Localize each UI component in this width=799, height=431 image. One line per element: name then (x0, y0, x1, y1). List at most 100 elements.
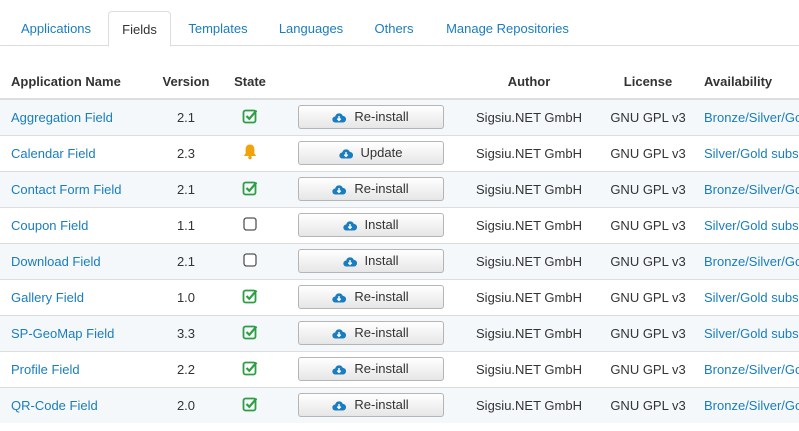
tab-applications[interactable]: Applications (8, 11, 104, 46)
version-cell: 2.2 (149, 350, 223, 387)
availability-link[interactable]: Bronze/Silver/Go (704, 362, 799, 377)
availability-link[interactable]: Silver/Gold subs (704, 146, 799, 161)
author-cell: Sigsiu.NET GmbH (456, 386, 602, 423)
license-cell: GNU GPL v3 (602, 170, 694, 207)
action-button[interactable]: Re-install (297, 357, 444, 381)
table-row: Coupon Field 1.1 Install Sigsiu.NET GmbH… (0, 206, 799, 243)
availability-link[interactable]: Silver/Gold subs (704, 326, 799, 341)
author-cell: Sigsiu.NET GmbH (456, 314, 602, 351)
author-cell: Sigsiu.NET GmbH (456, 278, 602, 315)
state-cell (223, 98, 277, 135)
tab-fields[interactable]: Fields (108, 11, 171, 47)
application-name-link[interactable]: Calendar Field (11, 146, 96, 161)
version-cell: 3.3 (149, 314, 223, 351)
action-button-label: Install (364, 253, 399, 268)
action-button-label: Re-install (354, 325, 409, 340)
version-cell: 1.0 (149, 278, 223, 315)
state-cell (223, 242, 277, 279)
license-cell: GNU GPL v3 (602, 278, 694, 315)
action-button[interactable]: Install (297, 249, 444, 273)
cloud-download-icon (332, 113, 347, 123)
tab-languages[interactable]: Languages (265, 11, 357, 46)
action-button[interactable]: Re-install (297, 177, 444, 201)
tab-others[interactable]: Others (361, 11, 427, 46)
table-row: Gallery Field 1.0 Re-install Sigsiu.NET … (0, 278, 799, 315)
cloud-download-icon (342, 257, 357, 267)
table-row: Aggregation Field 2.1 Re-install Sigsiu.… (0, 98, 799, 135)
state-cell (223, 314, 277, 351)
state-cell (223, 386, 277, 423)
check-square-icon (242, 396, 258, 415)
version-cell: 2.1 (149, 98, 223, 135)
license-cell: GNU GPL v3 (602, 134, 694, 171)
version-cell: 2.1 (149, 170, 223, 207)
cloud-download-icon (338, 149, 353, 159)
action-button[interactable]: Re-install (297, 105, 444, 130)
header-license: License (602, 64, 694, 100)
state-cell (223, 170, 277, 207)
action-button-label: Update (360, 145, 403, 160)
author-cell: Sigsiu.NET GmbH (456, 170, 602, 207)
action-button[interactable]: Update (297, 141, 444, 165)
action-button[interactable]: Install (297, 213, 444, 237)
state-cell (223, 134, 277, 171)
tab-templates[interactable]: Templates (175, 11, 261, 46)
header-application-name: Application Name (0, 64, 149, 100)
header-version: Version (149, 64, 223, 100)
check-square-icon (242, 324, 258, 343)
header-state: State (223, 64, 277, 100)
header-action (277, 64, 456, 100)
availability-link[interactable]: Silver/Gold subs (704, 290, 799, 305)
check-square-icon (242, 108, 258, 127)
table-row: Contact Form Field 2.1 Re-install Sigsiu… (0, 170, 799, 207)
version-cell: 2.0 (149, 386, 223, 423)
author-cell: Sigsiu.NET GmbH (456, 242, 602, 279)
action-button[interactable]: Re-install (297, 285, 444, 309)
fields-table: Application Name Version State Author Li… (0, 64, 799, 423)
table-row: Calendar Field 2.3 Update Sigsiu.NET Gmb… (0, 134, 799, 171)
license-cell: GNU GPL v3 (602, 242, 694, 279)
license-cell: GNU GPL v3 (602, 314, 694, 351)
empty-checkbox-icon (243, 216, 257, 234)
table-row: Profile Field 2.2 Re-install Sigsiu.NET … (0, 350, 799, 387)
tab-bar: Applications Fields Templates Languages … (0, 0, 799, 47)
application-name-link[interactable]: Profile Field (11, 362, 80, 377)
state-cell (223, 278, 277, 315)
cloud-download-icon (332, 365, 347, 375)
action-button-label: Install (364, 217, 399, 232)
action-button[interactable]: Re-install (297, 321, 444, 345)
application-name-link[interactable]: Gallery Field (11, 290, 84, 305)
check-square-icon (242, 360, 258, 379)
application-name-link[interactable]: Contact Form Field (11, 182, 122, 197)
check-square-icon (242, 180, 258, 199)
header-availability: Availability (694, 64, 799, 100)
cloud-download-icon (332, 401, 347, 411)
application-name-link[interactable]: QR-Code Field (11, 398, 98, 413)
bell-icon (242, 143, 258, 163)
header-author: Author (456, 64, 602, 100)
table-row: SP-GeoMap Field 3.3 Re-install Sigsiu.NE… (0, 314, 799, 351)
application-name-link[interactable]: Aggregation Field (11, 110, 113, 125)
action-button-label: Re-install (354, 109, 409, 125)
license-cell: GNU GPL v3 (602, 386, 694, 423)
action-button-label: Re-install (354, 289, 409, 304)
state-cell (223, 350, 277, 387)
state-cell (223, 206, 277, 243)
table-row: Download Field 2.1 Install Sigsiu.NET Gm… (0, 242, 799, 279)
action-button[interactable]: Re-install (297, 393, 444, 418)
author-cell: Sigsiu.NET GmbH (456, 350, 602, 387)
availability-link[interactable]: Bronze/Silver/Go (704, 398, 799, 413)
availability-link[interactable]: Bronze/Silver/Go (704, 254, 799, 269)
application-name-link[interactable]: Download Field (11, 254, 101, 269)
tab-manage-repositories[interactable]: Manage Repositories (431, 11, 584, 46)
version-cell: 2.3 (149, 134, 223, 171)
application-name-link[interactable]: SP-GeoMap Field (11, 326, 114, 341)
availability-link[interactable]: Silver/Gold subs (704, 218, 799, 233)
availability-link[interactable]: Bronze/Silver/Go (704, 110, 799, 125)
check-square-icon (242, 288, 258, 307)
action-button-label: Re-install (354, 361, 409, 376)
availability-link[interactable]: Bronze/Silver/Go (704, 182, 799, 197)
cloud-download-icon (332, 293, 347, 303)
application-name-link[interactable]: Coupon Field (11, 218, 88, 233)
table-row: QR-Code Field 2.0 Re-install Sigsiu.NET … (0, 386, 799, 423)
